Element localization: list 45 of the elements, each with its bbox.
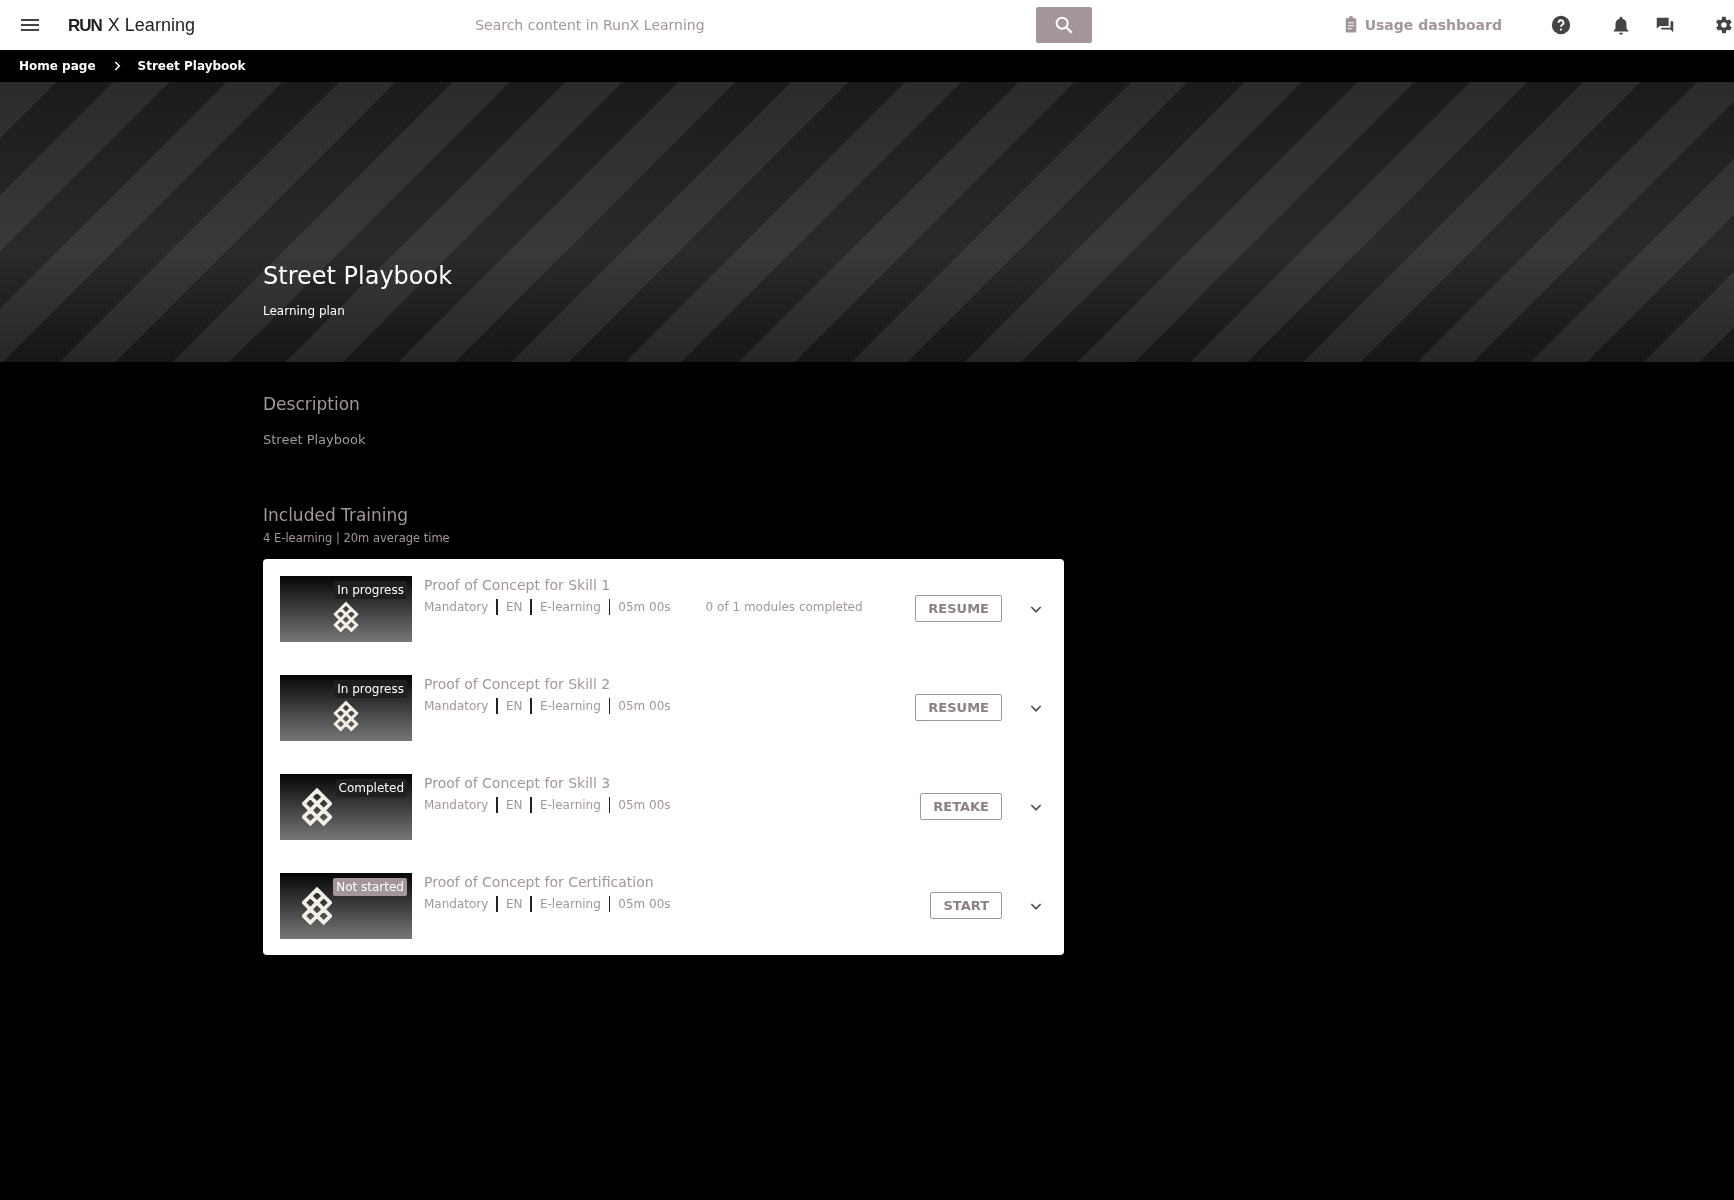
status-badge: Completed: [335, 779, 407, 797]
course-meta: 05m 00s: [618, 699, 671, 713]
course-meta: EN: [505, 798, 523, 812]
course-title[interactable]: Proof of Concept for Skill 1: [424, 577, 916, 593]
course-meta: 05m 00s: [618, 798, 671, 812]
course-meta: E-learning: [539, 600, 601, 614]
course-meta: E-learning: [539, 897, 601, 911]
lattice-logo-icon: [302, 885, 332, 927]
course-meta: Mandatory: [424, 798, 489, 812]
course-meta: 05m 00s: [618, 600, 671, 614]
help-icon[interactable]: [1550, 14, 1572, 36]
page-subtitle: Learning plan: [263, 304, 346, 318]
breadcrumb-link[interactable]: Home page: [19, 59, 96, 73]
action-button[interactable]: RESUME: [915, 595, 1002, 622]
logo-text: X Learning: [107, 14, 195, 36]
course-meta: EN: [505, 600, 523, 614]
breadcrumb-link[interactable]: Street Playbook: [137, 59, 246, 73]
search-field[interactable]: Search content in RunX Learning: [473, 7, 1036, 43]
status-badge: In progress: [334, 581, 407, 599]
course-meta: EN: [505, 897, 523, 911]
action-button[interactable]: RESUME: [915, 694, 1002, 721]
course-meta: E-learning: [539, 699, 601, 713]
logo-mark: RUN: [68, 15, 102, 36]
training-summary: 4 E-learning | 20m average time: [263, 531, 451, 545]
usage-dashboard-link[interactable]: Usage dashboard: [1341, 16, 1502, 34]
course-meta: Mandatory: [424, 600, 489, 614]
course-meta: EN: [505, 699, 523, 713]
status-badge: Not started: [333, 878, 407, 896]
page-title: Street Playbook: [263, 262, 453, 290]
description-text: Street Playbook: [263, 432, 367, 447]
course-title[interactable]: Proof of Concept for Skill 2: [424, 676, 916, 692]
course-meta: 05m 00s: [618, 897, 671, 911]
action-button[interactable]: START: [930, 892, 1002, 919]
course-meta: Mandatory: [424, 699, 489, 713]
action-button[interactable]: RETAKE: [920, 793, 1002, 820]
search-button[interactable]: [1035, 7, 1092, 43]
section-heading: Description: [263, 394, 361, 414]
course-meta: E-learning: [539, 798, 601, 812]
course-title[interactable]: Proof of Concept for Skill 3: [424, 775, 921, 791]
section-heading: Included Training: [263, 505, 410, 525]
lattice-logo-icon: [302, 786, 332, 828]
progress-text: 0 of 1 modules completed: [705, 600, 863, 614]
course-title[interactable]: Proof of Concept for Certification: [424, 874, 931, 890]
status-badge: In progress: [334, 680, 407, 698]
course-meta: Mandatory: [424, 897, 489, 911]
